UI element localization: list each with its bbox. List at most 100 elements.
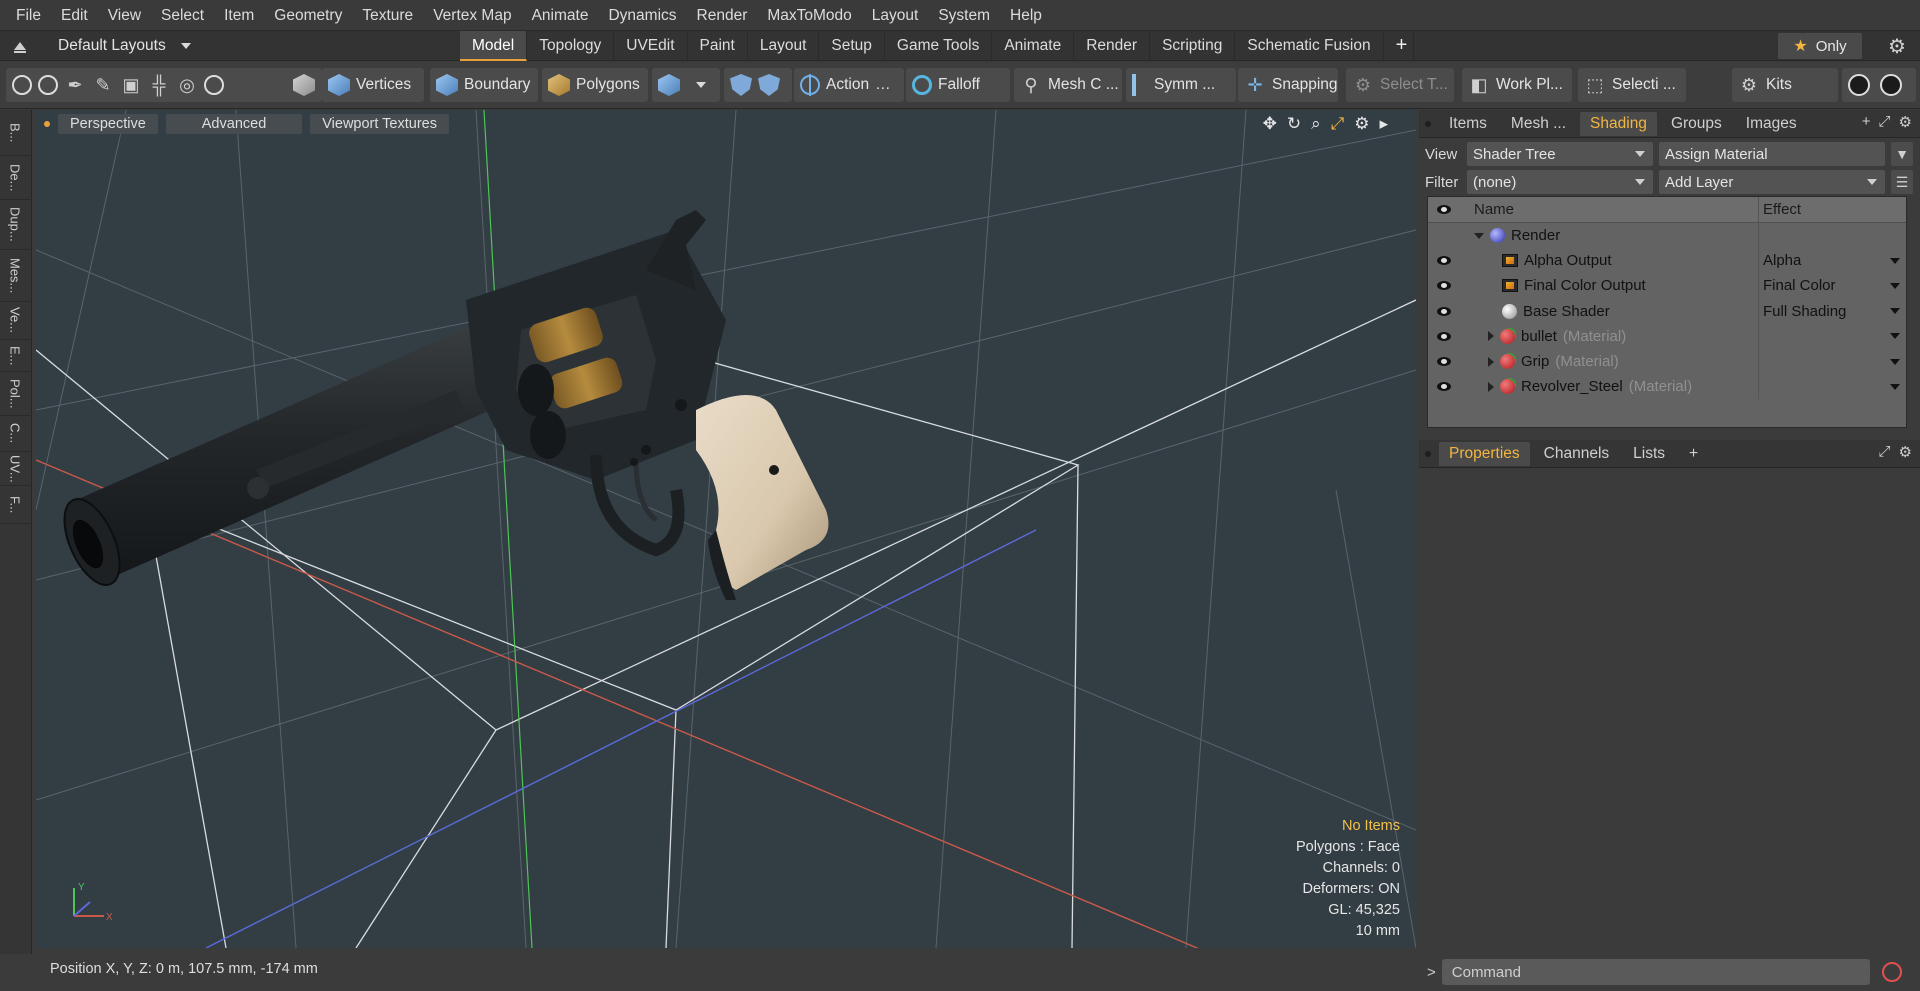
item-mode-button[interactable] — [286, 68, 322, 102]
tab-groups[interactable]: Groups — [1661, 112, 1732, 136]
tab-layout[interactable]: Layout — [748, 31, 820, 61]
add-tab-icon[interactable]: + — [1862, 113, 1871, 131]
mesh-constraint-button[interactable]: ⚲ Mesh C ... — [1014, 68, 1122, 102]
tab-paint[interactable]: Paint — [688, 31, 748, 61]
select-circle-icon[interactable] — [12, 75, 32, 95]
tab-scripting[interactable]: Scripting — [1150, 31, 1236, 61]
effect-dropdown[interactable]: Alpha — [1758, 248, 1906, 274]
tab-uvedit[interactable]: UVEdit — [614, 31, 688, 61]
collapse-up-icon[interactable] — [14, 42, 26, 53]
visibility-toggle[interactable] — [1428, 256, 1460, 266]
side-tab-uv[interactable]: UV... — [0, 452, 30, 486]
add-layer-dropdown[interactable]: Add Layer — [1659, 170, 1885, 194]
lasso-icon[interactable]: ◎ — [176, 74, 198, 96]
gear-icon[interactable]: ⚙ — [1888, 34, 1906, 59]
shield-icon[interactable] — [730, 74, 752, 96]
globe-icon[interactable] — [38, 75, 58, 95]
menu-vertex-map[interactable]: Vertex Map — [423, 0, 521, 31]
tab-animate[interactable]: Animate — [992, 31, 1075, 61]
visibility-toggle[interactable] — [1428, 281, 1460, 291]
menu-system[interactable]: System — [928, 0, 1000, 31]
tab-game-tools[interactable]: Game Tools — [885, 31, 993, 61]
filter-funnel-icon[interactable]: ▼ — [1891, 142, 1913, 166]
expand-down-icon[interactable] — [1474, 232, 1484, 239]
action-button[interactable]: Action … — [794, 68, 904, 102]
tree-row-alpha-output[interactable]: Alpha Output Alpha — [1428, 248, 1906, 274]
menu-edit[interactable]: Edit — [51, 0, 98, 31]
menu-layout[interactable]: Layout — [862, 0, 929, 31]
tab-schematic-fusion[interactable]: Schematic Fusion — [1235, 31, 1384, 61]
side-tab-fusion[interactable]: F... — [0, 486, 30, 524]
menu-view[interactable]: View — [98, 0, 151, 31]
select-through-button[interactable]: ⚙ Select T... — [1346, 68, 1454, 102]
pen-icon[interactable]: ✒ — [64, 74, 86, 96]
list-options-icon[interactable]: ☰ — [1891, 170, 1913, 194]
panel-gear-icon[interactable]: ⚙ — [1899, 113, 1912, 131]
panel-dot-icon[interactable] — [1425, 120, 1431, 127]
falloff-button[interactable]: Falloff — [906, 68, 1010, 102]
polygons-button[interactable]: Polygons — [542, 68, 648, 102]
expand-right-icon[interactable] — [1488, 331, 1494, 342]
visibility-column-header[interactable] — [1428, 205, 1460, 214]
pan-icon[interactable]: ✥ — [1263, 114, 1277, 134]
fit-icon[interactable]: ⤢ — [1331, 114, 1345, 134]
visibility-toggle[interactable] — [1428, 331, 1460, 341]
paint-select-icon[interactable]: ✎ — [92, 74, 114, 96]
tree-row-final-color-output[interactable]: Final Color Output Final Color — [1428, 273, 1906, 299]
menu-item[interactable]: Item — [214, 0, 264, 31]
boundary-button[interactable]: Boundary — [430, 68, 538, 102]
play-icon[interactable]: ▸ — [1379, 114, 1388, 134]
viewport-gear-icon[interactable]: ⚙ — [1354, 114, 1369, 134]
tab-mesh[interactable]: Mesh ... — [1501, 112, 1576, 136]
shield-alt-icon[interactable] — [758, 74, 780, 96]
menu-geometry[interactable]: Geometry — [264, 0, 352, 31]
tab-setup[interactable]: Setup — [819, 31, 885, 61]
side-tab-basic[interactable]: B... — [0, 110, 30, 156]
selection-sets-button[interactable]: ⬚ Selecti ... — [1578, 68, 1686, 102]
visibility-toggle[interactable] — [1428, 382, 1460, 392]
panel-gear-icon[interactable]: ⚙ — [1899, 443, 1912, 461]
expand-right-icon[interactable] — [1488, 381, 1494, 392]
effect-dropdown[interactable]: Full Shading — [1758, 298, 1906, 324]
3d-viewport[interactable]: Perspective Advanced Viewport Textures ✥… — [36, 110, 1416, 948]
side-tab-vertex[interactable]: Ve... — [0, 302, 30, 340]
view-dropdown[interactable]: Shader Tree — [1467, 142, 1653, 166]
add-tab-icon[interactable]: + — [1679, 442, 1708, 466]
tab-lists[interactable]: Lists — [1623, 442, 1675, 466]
tree-row-render[interactable]: Render — [1428, 223, 1906, 249]
tab-properties[interactable]: Properties — [1439, 441, 1530, 466]
only-button[interactable]: ★ Only — [1778, 33, 1862, 59]
advanced-button[interactable]: Advanced — [165, 114, 303, 134]
expand-icon[interactable]: ⤢ — [1879, 113, 1891, 131]
vertices-button[interactable]: Vertices — [322, 68, 424, 102]
effect-column-header[interactable]: Effect — [1758, 197, 1906, 223]
assign-material-button[interactable]: Assign Material — [1659, 142, 1885, 166]
material-mode-button[interactable] — [652, 68, 720, 102]
tree-row-revolver-steel[interactable]: Revolver_Steel (Material) — [1428, 374, 1906, 400]
menu-help[interactable]: Help — [1000, 0, 1052, 31]
tab-images[interactable]: Images — [1736, 112, 1807, 136]
menu-file[interactable]: File — [6, 0, 51, 31]
tab-items[interactable]: Items — [1439, 112, 1497, 136]
grid-select-icon[interactable]: ╬ — [148, 74, 170, 96]
side-tab-mesh[interactable]: Mes... — [0, 250, 30, 302]
default-layouts-label[interactable]: Default Layouts — [58, 37, 166, 55]
menu-texture[interactable]: Texture — [352, 0, 423, 31]
visibility-toggle[interactable] — [1428, 357, 1460, 367]
zoom-icon[interactable]: ⌕ — [1311, 114, 1321, 134]
tree-row-grip[interactable]: Grip (Material) — [1428, 348, 1906, 375]
side-tab-polygon[interactable]: Pol... — [0, 372, 30, 416]
loop-select-icon[interactable]: ▣ — [120, 74, 142, 96]
add-tab-icon[interactable]: + — [1384, 31, 1414, 61]
effect-dropdown[interactable] — [1758, 374, 1906, 400]
ellipse-select-icon[interactable] — [204, 75, 224, 95]
record-icon[interactable] — [1881, 962, 1902, 982]
side-tab-curve[interactable]: C... — [0, 416, 30, 452]
panel-dot-icon[interactable] — [1425, 450, 1431, 457]
filter-dropdown[interactable]: (none) — [1467, 170, 1653, 194]
symmetry-button[interactable]: Symm ... — [1126, 68, 1236, 102]
viewport-dot-icon[interactable] — [44, 121, 50, 127]
tab-render[interactable]: Render — [1074, 31, 1151, 61]
menu-dynamics[interactable]: Dynamics — [598, 0, 686, 31]
side-tab-duplicate[interactable]: Dup... — [0, 200, 30, 250]
